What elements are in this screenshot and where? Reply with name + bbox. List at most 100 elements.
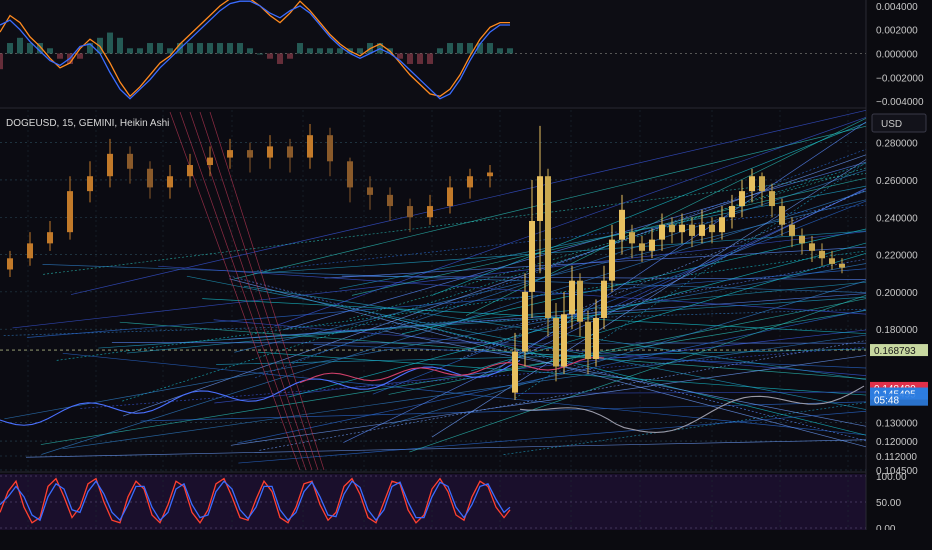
candle-body <box>729 206 735 218</box>
main-y-tick-label: 0.220000 <box>876 251 918 262</box>
candle-body <box>427 206 433 218</box>
osc-histogram-bar <box>237 43 243 54</box>
osc-histogram-bar <box>27 43 33 54</box>
candle-body <box>709 224 715 233</box>
candle-body <box>569 280 575 315</box>
osc-y-tick-label: 0.000000 <box>876 50 918 61</box>
candle-body <box>679 224 685 233</box>
osc-histogram-bar <box>417 53 423 64</box>
candle-body <box>127 153 133 169</box>
candle-body <box>207 157 213 166</box>
stoch-y-tick-label: 100.00 <box>876 472 907 483</box>
candle-body <box>327 135 333 162</box>
osc-histogram-bar <box>117 37 123 54</box>
osc-histogram-bar <box>17 37 23 54</box>
candle-body <box>593 317 599 360</box>
candle-body <box>629 232 635 244</box>
osc-histogram-bar <box>197 43 203 54</box>
osc-histogram-bar <box>307 48 313 54</box>
candle-body <box>27 243 33 259</box>
osc-histogram-bar <box>127 48 133 54</box>
osc-y-tick-label: −0.002000 <box>876 73 924 84</box>
osc-histogram-bar <box>187 43 193 54</box>
main-y-tick-label: 0.260000 <box>876 176 918 187</box>
osc-histogram-bar <box>437 48 443 54</box>
main-y-tick-label: 0.280000 <box>876 139 918 150</box>
candle-body <box>659 224 665 240</box>
candle-body <box>347 161 353 188</box>
osc-histogram-bar <box>487 43 493 54</box>
candle-body <box>669 224 675 233</box>
candle-body <box>619 209 625 240</box>
candle-body <box>512 351 518 393</box>
candle-body <box>187 165 193 177</box>
main-y-tick-label: 0.120000 <box>876 437 918 448</box>
candle-body <box>287 146 293 158</box>
osc-histogram-bar <box>327 48 333 54</box>
price-label: 05:48 <box>874 396 899 407</box>
candle-body <box>577 280 583 322</box>
osc-y-tick-label: −0.004000 <box>876 97 924 108</box>
candle-body <box>789 224 795 236</box>
candle-body <box>699 224 705 236</box>
candle-body <box>367 187 373 195</box>
osc-histogram-bar <box>497 48 503 54</box>
osc-histogram-bar <box>7 43 13 54</box>
currency-button[interactable]: USD <box>881 119 902 130</box>
candle-body <box>522 291 528 352</box>
osc-histogram-bar <box>357 48 363 54</box>
osc-histogram-bar <box>427 53 433 64</box>
candle-body <box>585 321 591 360</box>
candle-body <box>649 239 655 251</box>
osc-histogram-bar <box>337 48 343 54</box>
candle-body <box>167 176 173 188</box>
osc-histogram-bar <box>57 53 63 59</box>
osc-histogram-bar <box>157 43 163 54</box>
osc-histogram-bar <box>317 48 323 54</box>
candle-body <box>7 258 13 270</box>
candle-body <box>779 206 785 225</box>
candle-body <box>307 135 313 158</box>
chart-svg: 0.004000 0.002000 0.000000 −0.002000 −0.0040… <box>0 0 932 550</box>
osc-histogram-bar <box>227 43 233 54</box>
osc-histogram-bar <box>0 53 3 70</box>
candle-body <box>487 172 493 177</box>
osc-histogram-bar <box>397 53 403 59</box>
chart-title: DOGEUSD, 15, GEMINI, Heikin Ashi <box>6 118 169 129</box>
osc-histogram-bar <box>207 43 213 54</box>
candle-body <box>809 243 815 251</box>
candle-body <box>839 263 845 268</box>
candle-body <box>769 191 775 207</box>
osc-histogram-bar <box>247 48 253 54</box>
candle-body <box>819 250 825 259</box>
osc-histogram-bar <box>507 48 513 54</box>
candle-body <box>749 176 755 192</box>
candle-body <box>407 206 413 218</box>
candle-body <box>601 280 607 318</box>
osc-histogram-bar <box>297 43 303 54</box>
candle-body <box>639 243 645 251</box>
osc-histogram-bar <box>457 43 463 54</box>
chart-window: 0.004000 0.002000 0.000000 −0.002000 −0.0040… <box>0 0 932 550</box>
candle-body <box>739 191 745 207</box>
candle-body <box>227 150 233 158</box>
candle-body <box>829 258 835 264</box>
candle-body <box>799 235 805 244</box>
candle-body <box>247 150 253 158</box>
main-y-tick-label: 0.130000 <box>876 418 918 429</box>
osc-histogram-bar <box>217 43 223 54</box>
candle-body <box>561 314 567 367</box>
osc-histogram-bar <box>147 43 153 54</box>
candle-body <box>609 239 615 281</box>
osc-histogram-bar <box>407 53 413 64</box>
candle-body <box>689 224 695 236</box>
candle-body <box>87 176 93 192</box>
candle-body <box>147 168 153 188</box>
candle-body <box>47 232 53 244</box>
main-y-tick-label: 0.112000 <box>876 452 917 463</box>
candle-body <box>759 176 765 192</box>
osc-histogram-bar <box>267 53 273 59</box>
candle-body <box>387 194 393 207</box>
main-y-tick-label: 0.200000 <box>876 288 918 299</box>
candle-body <box>719 217 725 233</box>
